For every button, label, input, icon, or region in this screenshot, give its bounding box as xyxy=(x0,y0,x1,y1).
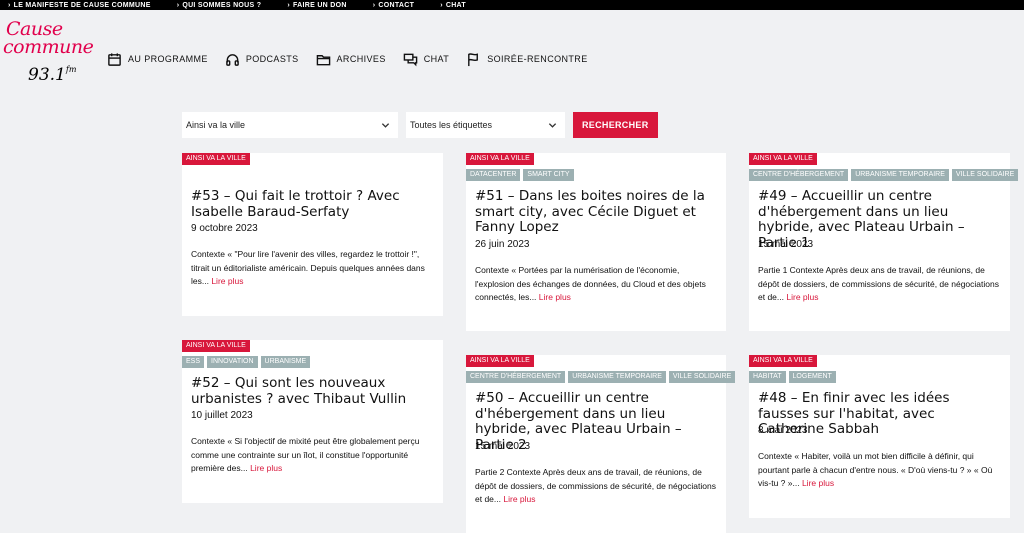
chevron-right-icon: › xyxy=(176,1,180,9)
nav-item-podcasts[interactable]: PODCASTS xyxy=(225,52,299,67)
keyword-tag[interactable]: URBANISME xyxy=(260,356,311,368)
category-tag[interactable]: AINSI VA LA VILLE xyxy=(466,153,534,165)
episode-card[interactable]: AINSI VA LA VILLE #53 – Qui fait le trot… xyxy=(182,153,443,316)
episode-date: 8 mai 2023 xyxy=(758,425,808,436)
keyword-tag[interactable]: URBANISME TEMPORAIRE xyxy=(851,169,949,181)
nav-item-soiree-rencontre[interactable]: SOIRÉE-RENCONTRE xyxy=(466,52,587,67)
filter-bar: Ainsi va la ville Toutes les étiquettes … xyxy=(182,112,658,138)
nav-item-archives[interactable]: ARCHIVES xyxy=(316,52,386,67)
site-logo[interactable]: Cause commune 93.1fm xyxy=(3,20,95,90)
episode-title[interactable]: #52 – Qui sont les nouveaux urbanistes ?… xyxy=(191,375,435,407)
tags-select[interactable]: Toutes les étiquettes xyxy=(406,112,565,138)
episode-title[interactable]: #51 – Dans les boites noires de la smart… xyxy=(475,188,718,236)
chevron-down-icon xyxy=(381,122,390,128)
chevron-down-icon xyxy=(548,122,557,128)
episode-card[interactable]: AINSI VA LA VILLE CENTRE D'HÉBERGEMENT U… xyxy=(466,355,736,533)
keyword-tag[interactable]: URBANISME TEMPORAIRE xyxy=(568,371,666,383)
keyword-tag[interactable]: VILLE SOLIDAIRE xyxy=(951,169,1019,181)
episode-card[interactable]: AINSI VA LA VILLE ESS INNOVATION URBANIS… xyxy=(182,340,443,503)
read-more-link[interactable]: Lire plus xyxy=(802,478,834,488)
episode-date: 15 mai 2023 xyxy=(475,441,531,452)
keyword-tag[interactable]: LOGEMENT xyxy=(788,371,836,383)
keyword-tag[interactable]: CENTRE D'HÉBERGEMENT xyxy=(466,371,566,383)
read-more-link[interactable]: Lire plus xyxy=(539,292,571,302)
episode-excerpt: Partie 2 Contexte Après deux ans de trav… xyxy=(475,467,716,504)
category-tag[interactable]: AINSI VA LA VILLE xyxy=(466,355,534,367)
main-nav: AU PROGRAMME PODCASTS ARCHIVES CHAT SOIR… xyxy=(107,49,588,69)
category-tag[interactable]: AINSI VA LA VILLE xyxy=(749,355,817,367)
keyword-tag[interactable]: VILLE SOLIDAIRE xyxy=(668,371,736,383)
episode-date: 15 mai 2023 xyxy=(758,239,814,250)
chevron-right-icon: › xyxy=(440,1,443,9)
chevron-right-icon: › xyxy=(8,1,11,9)
folder-icon xyxy=(316,54,330,65)
episode-date: 9 octobre 2023 xyxy=(191,223,258,234)
episode-excerpt: Partie 1 Contexte Après deux ans de trav… xyxy=(758,265,999,302)
top-link-faire-un-don[interactable]: › FAIRE UN DON xyxy=(287,2,346,9)
headphones-icon xyxy=(225,53,239,66)
episode-excerpt: Contexte « Si l'objectif de mixité peut … xyxy=(191,436,420,473)
episode-card[interactable]: AINSI VA LA VILLE CENTRE D'HÉBERGEMENT U… xyxy=(749,153,1019,331)
episode-excerpt: Contexte « Habiter, voilà un mot bien di… xyxy=(758,451,993,488)
top-link-contact[interactable]: › CONTACT xyxy=(373,2,414,9)
episode-date: 10 juillet 2023 xyxy=(191,410,253,421)
top-bar: › LE MANIFESTE DE CAUSE COMMUNE › QUI SOMM… xyxy=(0,0,1024,10)
show-select[interactable]: Ainsi va la ville xyxy=(182,112,398,138)
keyword-tag[interactable]: SMART CITY xyxy=(523,169,574,181)
keyword-tag[interactable]: CENTRE D'HÉBERGEMENT xyxy=(749,169,849,181)
episode-excerpt: Contexte « "Pour lire l'avenir des ville… xyxy=(191,249,425,286)
category-tag[interactable]: AINSI VA LA VILLE xyxy=(749,153,817,165)
read-more-link[interactable]: Lire plus xyxy=(250,463,282,473)
top-link-qui-sommes-nous[interactable]: › QUI SOMMES NOUS ? xyxy=(177,2,262,9)
episode-excerpt: Contexte « Portées par la numérisation d… xyxy=(475,265,706,302)
chat-icon xyxy=(403,53,418,66)
episode-card[interactable]: AINSI VA LA VILLE DATACENTER SMART CITY … xyxy=(466,153,726,331)
keyword-tag[interactable]: DATACENTER xyxy=(466,169,521,181)
read-more-link[interactable]: Lire plus xyxy=(211,276,243,286)
read-more-link[interactable]: Lire plus xyxy=(786,292,818,302)
read-more-link[interactable]: Lire plus xyxy=(503,494,535,504)
top-link-chat[interactable]: › CHAT xyxy=(440,2,466,9)
nav-item-au-programme[interactable]: AU PROGRAMME xyxy=(107,52,208,67)
nav-item-chat[interactable]: CHAT xyxy=(403,52,449,67)
episode-title[interactable]: #53 – Qui fait le trottoir ? Avec Isabel… xyxy=(191,188,435,220)
chevron-right-icon: › xyxy=(372,1,376,9)
search-button[interactable]: RECHERCHER xyxy=(573,112,658,138)
flag-icon xyxy=(468,52,479,66)
keyword-tag[interactable]: INNOVATION xyxy=(207,356,258,368)
episode-date: 26 juin 2023 xyxy=(475,239,530,250)
keyword-tag[interactable]: HABITAT xyxy=(749,371,786,383)
top-link-manifeste[interactable]: › LE MANIFESTE DE CAUSE COMMUNE xyxy=(8,2,151,9)
category-tag[interactable]: AINSI VA LA VILLE xyxy=(182,340,250,352)
keyword-tag[interactable]: ESS xyxy=(182,356,205,368)
chevron-right-icon: › xyxy=(287,1,290,9)
calendar-icon xyxy=(108,52,121,66)
category-tag[interactable]: AINSI VA LA VILLE xyxy=(182,153,250,165)
episode-card[interactable]: AINSI VA LA VILLE HABITAT LOGEMENT #48 –… xyxy=(749,355,1010,518)
